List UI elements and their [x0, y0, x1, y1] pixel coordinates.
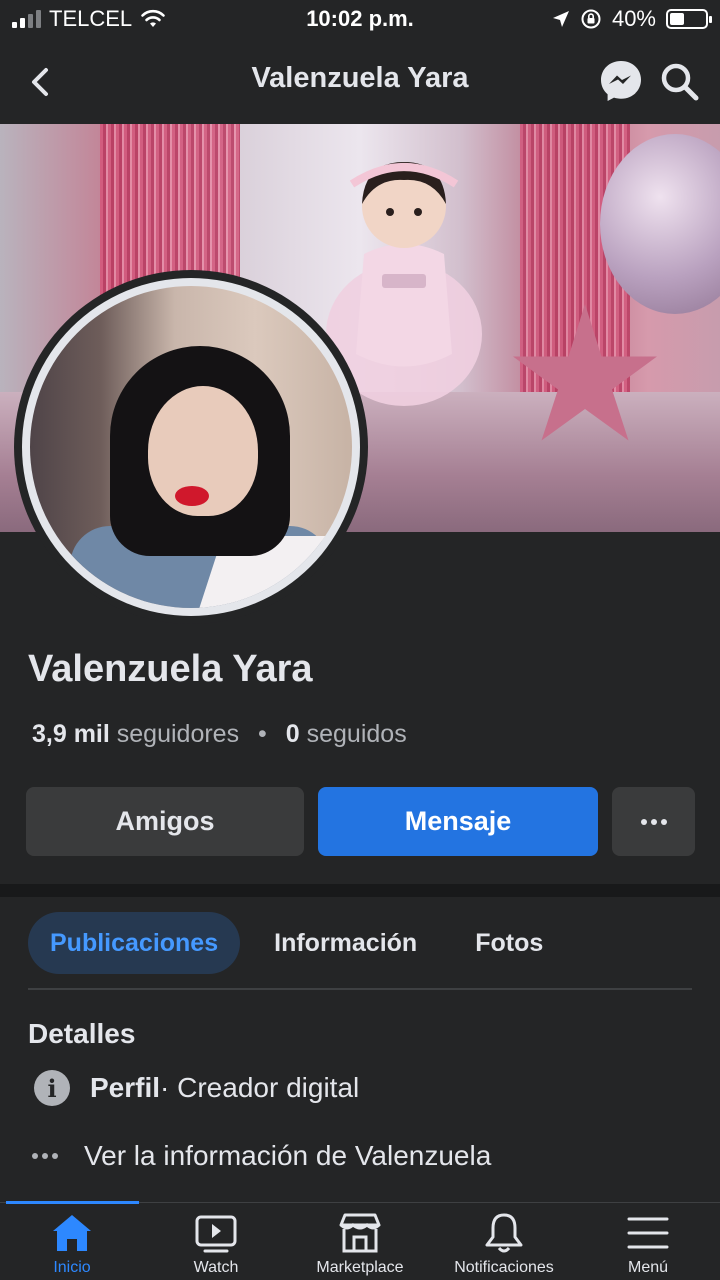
home-icon — [53, 1215, 91, 1251]
stats-separator: • — [258, 720, 267, 748]
more-dots-icon — [640, 818, 667, 825]
nav-inicio-label: Inicio — [53, 1259, 91, 1276]
status-bar: TELCEL 10:02 p.m. 40% — [0, 0, 720, 40]
avatar-lips — [175, 486, 209, 506]
profile-tabs: Publicaciones Información Fotos — [28, 912, 565, 974]
section-divider — [0, 884, 720, 897]
menu-icon — [627, 1217, 669, 1249]
more-options-button[interactable] — [612, 787, 695, 856]
detail-profile-row: i Perfil · Creador digital — [28, 1070, 359, 1106]
nav-marketplace[interactable]: Marketplace — [288, 1211, 432, 1277]
profile-name: Valenzuela Yara — [28, 648, 313, 690]
top-navigation: Valenzuela Yara — [0, 40, 720, 124]
following-label[interactable]: seguidos — [307, 720, 407, 748]
bell-icon — [485, 1213, 523, 1253]
followers-count[interactable]: 3,9 mil — [32, 720, 110, 748]
avatar-ring — [22, 278, 360, 616]
nav-marketplace-label: Marketplace — [316, 1259, 404, 1276]
profile-avatar[interactable] — [14, 270, 368, 624]
detail-profile-label: Perfil — [90, 1072, 161, 1103]
rotation-lock-icon — [581, 9, 601, 29]
following-count[interactable]: 0 — [286, 720, 300, 748]
nav-inicio[interactable]: Inicio — [0, 1211, 144, 1277]
info-icon: i — [34, 1070, 70, 1106]
battery-percent: 40% — [611, 6, 656, 31]
search-icon[interactable] — [656, 58, 702, 104]
messenger-icon[interactable] — [598, 58, 644, 104]
see-more-info-link[interactable]: Ver la información de Valenzuela — [84, 1140, 491, 1172]
more-horizontal-icon — [32, 1153, 58, 1159]
bottom-tab-bar: Inicio Watch Marketplace Notificaciones … — [0, 1201, 720, 1280]
detail-profile-value: · Creador digital — [160, 1072, 360, 1103]
active-tab-indicator — [6, 1201, 139, 1204]
friends-button[interactable]: Amigos — [26, 787, 304, 856]
tab-informacion[interactable]: Información — [252, 912, 439, 974]
nav-watch[interactable]: Watch — [144, 1211, 288, 1277]
see-more-info-row[interactable]: Ver la información de Valenzuela — [28, 1140, 491, 1172]
followers-label[interactable]: seguidores — [117, 720, 239, 748]
nav-notificaciones[interactable]: Notificaciones — [432, 1211, 576, 1277]
tab-fotos[interactable]: Fotos — [453, 912, 565, 974]
tabs-divider — [28, 988, 692, 990]
tab-publicaciones[interactable]: Publicaciones — [28, 912, 241, 974]
location-icon — [552, 11, 569, 27]
nav-watch-label: Watch — [193, 1259, 239, 1276]
message-button[interactable]: Mensaje — [318, 787, 598, 856]
marketplace-icon — [339, 1213, 381, 1253]
nav-menu-label: Menú — [627, 1259, 669, 1276]
watch-icon — [195, 1215, 237, 1253]
details-heading: Detalles — [28, 1018, 136, 1049]
follow-stats: 3,9 mil seguidores • 0 seguidos — [32, 720, 407, 749]
nav-notificaciones-label: Notificaciones — [454, 1259, 554, 1276]
avatar-photo — [30, 286, 352, 608]
nav-menu[interactable]: Menú — [576, 1211, 720, 1277]
battery-icon — [666, 9, 712, 29]
